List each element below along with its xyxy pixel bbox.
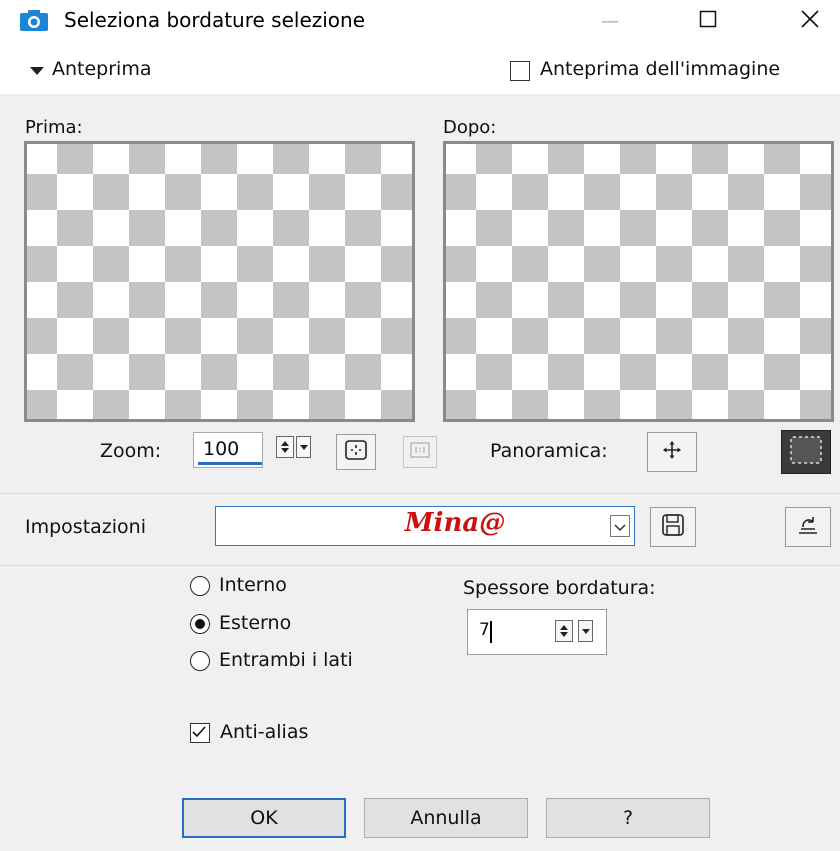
zoom-actual-size-button[interactable] (403, 436, 437, 468)
divider (0, 493, 840, 494)
save-icon (661, 513, 685, 542)
after-label: Dopo: (443, 117, 497, 138)
divider (0, 565, 840, 566)
reset-defaults-button[interactable] (785, 507, 831, 547)
before-label: Prima: (25, 117, 83, 138)
text-caret (490, 621, 492, 643)
save-preset-button[interactable] (650, 507, 696, 547)
thickness-label: Spessore bordatura: (463, 577, 656, 599)
image-preview-label[interactable]: Anteprima dell'immagine (540, 58, 780, 80)
zoom-label: Zoom: (100, 440, 162, 462)
close-icon (800, 9, 820, 34)
close-button[interactable] (790, 4, 830, 38)
preview-section-label[interactable]: Anteprima (52, 58, 151, 80)
radio-both-sides[interactable] (190, 651, 210, 671)
radio-inside[interactable] (190, 576, 210, 596)
thickness-value[interactable]: 7 (479, 620, 490, 640)
before-preview-pane[interactable] (24, 141, 415, 422)
preset-value[interactable]: Mina@ (310, 508, 600, 538)
window-title: Seleziona bordature selezione (64, 8, 366, 32)
zoom-fit-button[interactable] (336, 434, 376, 470)
minimize-button[interactable]: — (590, 4, 630, 38)
move-icon (662, 440, 682, 465)
settings-label: Impostazioni (25, 516, 146, 538)
image-preview-checkbox[interactable] (510, 61, 530, 81)
zoom-value[interactable]: 100 (203, 438, 239, 460)
antialias-label[interactable]: Anti-alias (220, 721, 308, 743)
zoom-dropdown-button[interactable] (296, 436, 311, 458)
chevron-down-icon (299, 444, 308, 450)
cancel-button[interactable]: Annulla (364, 798, 528, 838)
chevron-down-icon (581, 628, 590, 634)
chevron-down-icon (614, 515, 626, 537)
fit-window-icon (344, 439, 368, 466)
minimize-icon: — (601, 10, 619, 32)
checkmark-icon (192, 726, 206, 738)
thickness-spinner[interactable] (555, 620, 573, 642)
actual-size-icon (410, 441, 430, 463)
collapse-triangle-icon[interactable] (30, 67, 44, 75)
preset-dropdown-arrow[interactable] (610, 515, 630, 537)
pan-label: Panoramica: (490, 440, 608, 462)
after-preview-pane[interactable] (443, 141, 834, 422)
thickness-dropdown-button[interactable] (578, 620, 593, 642)
ok-button[interactable]: OK (182, 798, 346, 838)
camera-icon (20, 10, 48, 31)
zoom-underline (198, 462, 262, 465)
zoom-spinner[interactable] (276, 436, 294, 458)
maximize-button[interactable] (688, 4, 728, 38)
radio-inside-label[interactable]: Interno (219, 574, 287, 596)
pan-button[interactable] (647, 432, 697, 472)
reset-icon (795, 513, 821, 542)
radio-outside-label[interactable]: Esterno (219, 612, 291, 634)
maximize-icon (699, 10, 717, 33)
radio-outside[interactable] (190, 614, 210, 634)
selection-marquee-icon (789, 435, 823, 470)
marquee-preview-button[interactable] (781, 430, 831, 474)
antialias-checkbox[interactable] (190, 723, 210, 743)
radio-both-sides-label[interactable]: Entrambi i lati (219, 649, 353, 671)
help-button[interactable]: ? (546, 798, 710, 838)
